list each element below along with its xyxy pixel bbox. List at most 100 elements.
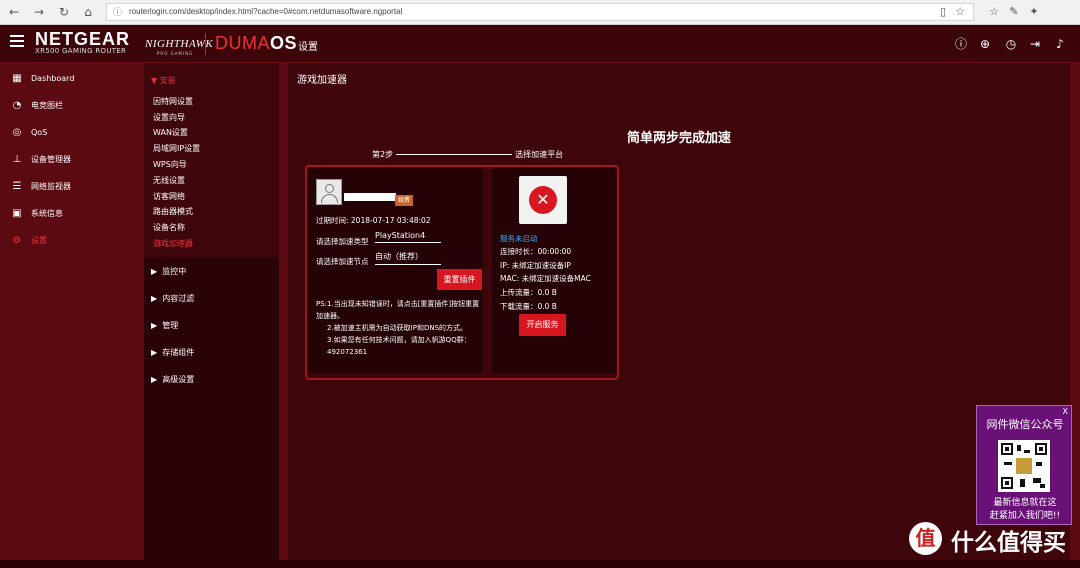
page-title: 设置 [298, 42, 318, 53]
sidebar-item-label: 设备管理器 [31, 155, 71, 164]
sidebar: ▦ Dashboard ◔ 电竞图栏 ◎ QoS ⊥ 设备管理器 ☰ 网络监视器… [0, 63, 132, 568]
subnav-item[interactable]: 设备名称 [153, 222, 185, 233]
info-icon[interactable]: ⓘ [954, 37, 968, 51]
favorites-icon[interactable]: ☆ [986, 4, 1002, 20]
duma-text: DUMA [215, 33, 270, 53]
category-label: 高级设置 [162, 375, 195, 384]
content-title: 游戏加速器 [297, 75, 347, 86]
expire-time: 过期时间: 2018-07-17 03:48:02 [316, 216, 431, 225]
category-label: 管理 [162, 321, 179, 330]
sidebar-item-system-info[interactable]: ▣ 系统信息 [0, 203, 132, 225]
dashboard-icon: ▦ [12, 73, 22, 84]
subnav-item[interactable]: 访客网络 [153, 191, 185, 202]
subnav-item-game-accelerator[interactable]: 游戏加速器 [153, 238, 193, 249]
node-select[interactable]: 自动（推荐） [375, 251, 441, 265]
subnav-item[interactable]: 无线设置 [153, 175, 185, 186]
category-label: 存储组件 [162, 348, 195, 357]
system-info-icon: ▣ [12, 208, 22, 219]
bound-ip: IP: 未绑定加速设备IP [500, 261, 571, 270]
smzdm-logo: 值 [909, 522, 942, 555]
category-label: 监控中 [162, 267, 187, 276]
wechat-line-1: 最新信息就在这 [993, 498, 1057, 508]
sidebar-item-label: 系统信息 [31, 209, 63, 218]
subnav-item[interactable]: WPS向导 [153, 159, 187, 170]
step-text: 选择加速平台 [515, 150, 564, 159]
favorite-star-icon[interactable]: ☆ [952, 4, 968, 20]
type-select[interactable]: PlayStation4 [375, 231, 441, 243]
settings-icon: ⚙ [12, 235, 22, 246]
note-line-2: 2.被加速主机需为自动获取IP和DNS的方式。 [327, 324, 468, 332]
subnav-item[interactable]: 因特网设置 [153, 96, 193, 107]
sidebar-item-label: 设置 [31, 236, 47, 245]
sidebar-item-device-manager[interactable]: ⊥ 设备管理器 [0, 149, 132, 171]
pro-gaming-label: PRO GAMING [157, 51, 194, 56]
service-card: ✕ 服务未启动 连接时长：00:00:00 IP: 未绑定加速设备IP MAC:… [492, 168, 616, 373]
smzdm-text: 什么值得买 [951, 530, 1066, 556]
username-redacted [344, 193, 396, 201]
sidebar-item-label: Dashboard [31, 74, 75, 83]
app-header: NETGEAR XR500 GAMING ROUTER NIGHTHAWK PR… [0, 25, 1080, 63]
section-header-label: 安装 [159, 76, 176, 85]
sidebar-item-label: 网络监视器 [31, 182, 71, 191]
subnav-item[interactable]: 局域网IP设置 [153, 143, 200, 154]
notes-icon[interactable]: ✎ [1006, 4, 1022, 20]
subnav-item[interactable]: 设置向导 [153, 112, 185, 123]
sidebar-item-label: QoS [31, 128, 48, 137]
monitor-icon: ☰ [12, 181, 22, 192]
renew-button[interactable]: 续费 [395, 195, 413, 206]
globe-icon[interactable]: ⊕ [978, 37, 992, 51]
category-label: 内容过滤 [162, 294, 195, 303]
service-status-image: ✕ [519, 176, 567, 224]
sidebar-item-network-monitor[interactable]: ☰ 网络监视器 [0, 176, 132, 198]
subnav-item[interactable]: WAN设置 [153, 127, 188, 138]
qos-icon: ◎ [12, 127, 22, 138]
reading-view-icon[interactable]: ▯ [935, 4, 951, 20]
subnav-item[interactable]: 路由器模式 [153, 206, 193, 217]
logout-icon[interactable]: ⇥ [1028, 37, 1042, 51]
subnav-category[interactable]: ▶ 内容过滤 [151, 293, 194, 304]
step-indicator: 第2步 选择加速平台 [372, 149, 563, 160]
menu-icon[interactable] [10, 35, 24, 49]
wechat-title: 网件微信公众号 [986, 418, 1064, 431]
smzdm-watermark: 值 什么值得买 [909, 522, 1079, 562]
bird-icon[interactable]: ✦ [1026, 4, 1042, 20]
upload-traffic: 上传流量：0.0 B [500, 288, 557, 297]
browser-toolbar: ← → ↻ ⌂ ⓘ routerlogin.com/desktop/index.… [0, 0, 1080, 25]
home-icon[interactable]: ⌂ [80, 4, 96, 20]
logo-divider [205, 33, 206, 55]
back-icon[interactable]: ← [6, 4, 22, 20]
wechat-text: 最新信息就在这 赶紧加入我们吧!! [977, 497, 1073, 523]
step-label: 第2步 [372, 150, 394, 159]
os-text: OS [270, 33, 298, 53]
wechat-popup: X 网件微信公众号 最新信息就在这 赶紧加入我们吧!! [976, 405, 1072, 525]
subnav-category[interactable]: ▶ 存储组件 [151, 347, 194, 358]
sidebar-item-dashboard[interactable]: ▦ Dashboard [0, 68, 132, 90]
subnav-category[interactable]: ▶ 管理 [151, 320, 178, 331]
subnav-category[interactable]: ▶ 监控中 [151, 266, 186, 277]
gauge-icon: ◔ [12, 100, 22, 111]
dumaos-logo: DUMAOS [215, 33, 297, 54]
model-label: XR500 GAMING ROUTER [35, 47, 127, 55]
qr-code-image [998, 440, 1050, 492]
sidebar-item-qos[interactable]: ◎ QoS [0, 122, 132, 144]
notes-text: PS:1.当出现未知错误时，请点击[重置插件]按钮重置加速器。 2.被加速主机需… [316, 298, 480, 358]
subnav-category[interactable]: ▶ 高级设置 [151, 374, 194, 385]
device-tree-icon: ⊥ [12, 154, 22, 165]
info-icon[interactable]: ⓘ [113, 4, 122, 20]
bound-mac: MAC: 未绑定加速设备MAC [500, 274, 591, 283]
close-icon[interactable]: X [1063, 407, 1068, 416]
sidebar-item-gauge[interactable]: ◔ 电竞图栏 [0, 95, 132, 117]
download-traffic: 下载流量：0.0 B [500, 302, 557, 311]
reset-plugin-button[interactable]: 重置插件 [437, 269, 482, 290]
address-bar[interactable]: ⓘ routerlogin.com/desktop/index.html?cac… [106, 3, 974, 21]
start-service-button[interactable]: 开启服务 [519, 314, 566, 336]
connection-duration: 连接时长：00:00:00 [500, 247, 572, 256]
refresh-icon[interactable]: ↻ [56, 4, 72, 20]
section-header-install[interactable]: ▼ 安装 [151, 75, 176, 86]
bell-icon[interactable]: ♪ [1053, 37, 1067, 51]
account-card: 续费 过期时间: 2018-07-17 03:48:02 请选择加速类型 Pla… [307, 168, 483, 373]
service-status: 服务未启动 [500, 234, 538, 243]
sidebar-item-settings[interactable]: ⚙ 设置 [0, 230, 132, 252]
forward-icon[interactable]: → [31, 4, 47, 20]
clock-icon[interactable]: ◷ [1004, 37, 1018, 51]
